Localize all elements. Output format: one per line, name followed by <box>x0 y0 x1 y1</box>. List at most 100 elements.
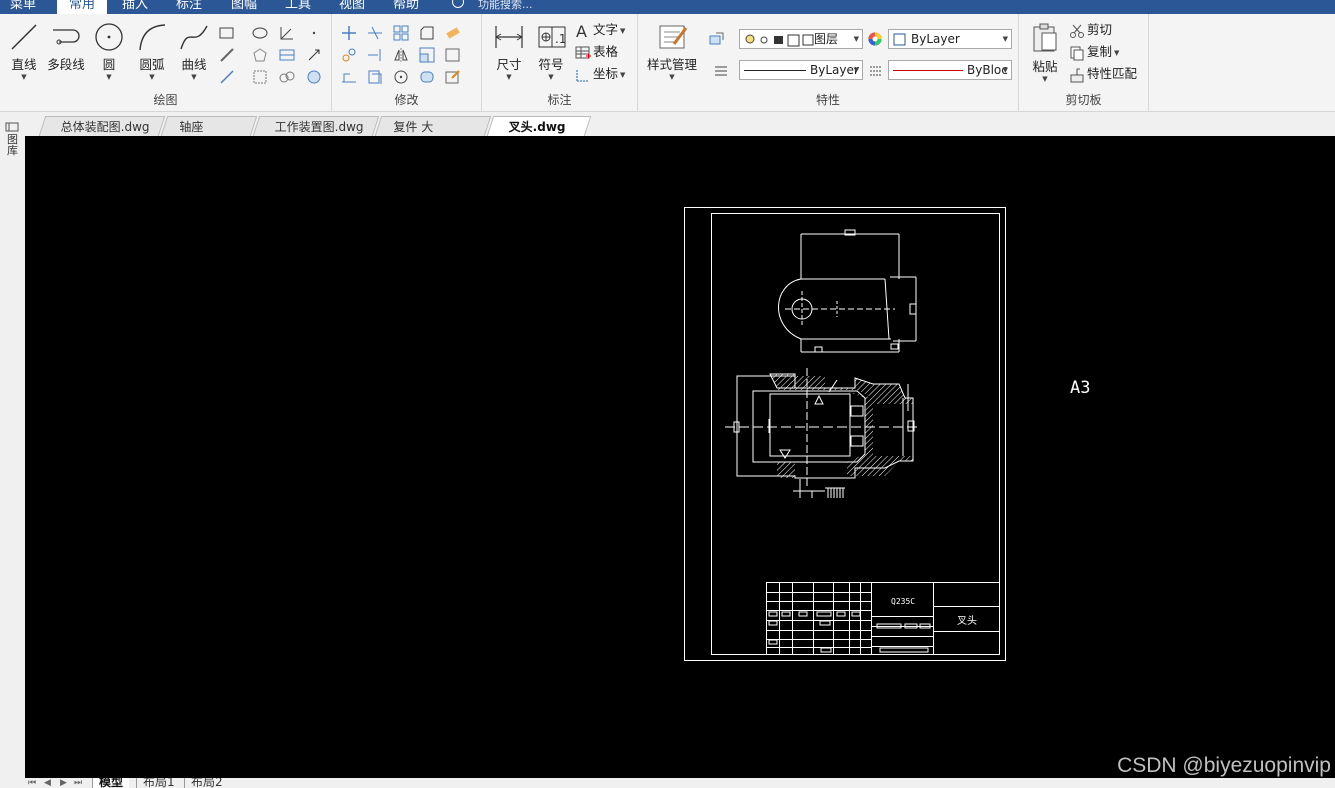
chevron-down-icon: ▼ <box>191 73 197 81</box>
edit-icon[interactable] <box>444 68 462 86</box>
watermark: CSDN @biyezuopinvip <box>1117 754 1331 777</box>
wipeout-icon[interactable] <box>305 68 323 86</box>
annotate-panel: 尺寸 ▼ .1 符号 ▼ A 文字 ▼ 表格 坐标 ▼ 标注 <box>482 14 638 112</box>
library-palette-tab[interactable]: 图库 <box>6 134 19 156</box>
part-section-view <box>725 368 920 498</box>
match-properties-button[interactable]: 特性匹配 <box>1069 64 1137 84</box>
extend-icon[interactable] <box>366 46 384 64</box>
arc-button[interactable]: 圆弧 ▼ <box>130 22 174 81</box>
prev-tab-icon[interactable]: ◀ <box>44 778 51 788</box>
copy-button[interactable]: 复制 ▼ <box>1069 42 1119 62</box>
coordinate-button[interactable]: 坐标 ▼ <box>575 64 625 84</box>
text-icon: A <box>576 22 587 41</box>
block-icon[interactable] <box>278 46 296 64</box>
chevron-down-icon: ▼ <box>21 73 27 81</box>
circle-button[interactable]: 圆 ▼ <box>87 22 131 81</box>
stretch-icon[interactable] <box>340 68 358 86</box>
scale-icon[interactable] <box>418 46 436 64</box>
lineweight-select[interactable]: ByBloc ▼ <box>888 60 1012 80</box>
hatch-line-icon[interactable] <box>218 46 236 64</box>
menu-tab-help[interactable]: 帮助 <box>393 0 419 14</box>
chevron-down-icon: ▼ <box>548 73 554 81</box>
pointer-icon[interactable] <box>305 46 323 64</box>
symbol-button[interactable]: .1 符号 ▼ <box>529 22 573 81</box>
line-icon <box>11 24 37 50</box>
menu-tab-annotate[interactable]: 标注 <box>176 0 202 14</box>
menu-tab-home[interactable]: 常用 <box>57 0 108 14</box>
feature-search-input[interactable]: 功能搜索... <box>478 0 533 14</box>
cloud-icon[interactable] <box>278 68 296 86</box>
linetype-scale-icon[interactable] <box>868 63 886 81</box>
doc-tab-boom[interactable]: 复件 大臂.dwg <box>374 116 492 154</box>
array-icon[interactable] <box>392 24 410 42</box>
line-button[interactable]: 直线 ▼ <box>2 22 46 81</box>
symbol-label: 符号 <box>538 57 564 72</box>
first-tab-icon[interactable]: ⏮ <box>28 778 36 788</box>
paste-button[interactable]: 粘贴 ▼ <box>1023 22 1067 83</box>
menu-tab-menu[interactable]: 菜单 <box>10 0 36 14</box>
scissors-icon <box>1070 24 1084 38</box>
annotate-panel-label: 标注 <box>547 93 572 107</box>
layer-state-icon[interactable] <box>708 30 726 48</box>
doc-tab-label: 工作装置图.dwg <box>274 120 364 134</box>
menu-tab-insert[interactable]: 插入 <box>122 0 148 14</box>
linetype-select[interactable]: ByLayer ▼ <box>739 60 863 80</box>
cut-button[interactable]: 剪切 <box>1069 20 1112 40</box>
explode-icon[interactable] <box>444 46 462 64</box>
layout-tab-layout1[interactable]: 布局1 <box>136 778 181 788</box>
rotate-icon[interactable] <box>392 68 410 86</box>
doc-tab-work-device[interactable]: 工作装置图.dwg <box>252 116 380 136</box>
chevron-down-icon: ▼ <box>149 73 155 81</box>
circle-icon <box>95 23 123 51</box>
style-manager-button[interactable]: 样式管理 ▼ <box>644 22 700 81</box>
properties-panel-label: 特性 <box>815 93 840 107</box>
doc-tab-assembly[interactable]: 总体装配图.dwg <box>38 116 166 136</box>
chevron-down-icon: ▼ <box>506 73 512 81</box>
mirror-icon[interactable] <box>392 46 410 64</box>
menu-tab-view[interactable]: 视图 <box>339 0 365 14</box>
last-tab-icon[interactable]: ⏭ <box>74 778 82 788</box>
angle-line-icon[interactable] <box>278 24 296 42</box>
clipboard-panel: 粘贴 ▼ 剪切 复制 ▼ 特性匹配 剪切板 <box>1019 14 1149 112</box>
region-icon[interactable] <box>251 68 269 86</box>
material-text: Q235C <box>891 597 915 606</box>
text-button[interactable]: A 文字 ▼ <box>575 20 625 41</box>
ellipse-icon[interactable] <box>251 24 269 42</box>
trim-icon[interactable] <box>366 24 384 42</box>
doc-tab-fork-head[interactable]: 叉头.dwg✕ <box>486 116 592 154</box>
color-select[interactable]: ByLayer ▼ <box>888 29 1012 49</box>
polygon-icon[interactable] <box>251 46 269 64</box>
chamfer-icon[interactable] <box>418 24 436 42</box>
table-button[interactable]: 表格 <box>575 42 618 62</box>
next-tab-icon[interactable]: ▶ <box>60 778 67 788</box>
drawing-canvas[interactable]: Q235C 叉头 A3 CSDN @biyezuopinvip <box>25 136 1335 778</box>
eraser-icon[interactable] <box>444 24 462 42</box>
layout-tab-layout2[interactable]: 布局2 <box>184 778 229 788</box>
point-icon[interactable] <box>305 24 323 42</box>
match-properties-icon <box>1070 68 1084 82</box>
curve-button[interactable]: 曲线 ▼ <box>172 22 216 81</box>
doc-tab-label: 叉头.dwg <box>508 120 566 134</box>
doc-tab-shaft-seat[interactable]: 轴座2.dwg <box>160 116 258 154</box>
polyline-button[interactable]: 多段线 <box>44 22 88 73</box>
move-icon[interactable] <box>340 24 358 42</box>
menu-bar: 菜单 常用 插入 标注 图幅 工具 视图 帮助 功能搜索... <box>0 0 1335 14</box>
library-icon[interactable] <box>5 122 20 132</box>
lineweight-list-icon[interactable] <box>713 62 731 80</box>
color-wheel-icon[interactable] <box>867 31 885 49</box>
copy-object-icon[interactable] <box>340 46 358 64</box>
fillet-icon[interactable] <box>418 68 436 86</box>
sheet-size-text: A3 <box>1070 378 1090 398</box>
sheet-inner-border <box>711 213 1000 655</box>
dimension-button[interactable]: 尺寸 ▼ <box>487 22 531 81</box>
document-tabs: 总体装配图.dwg 轴座2.dwg 工作装置图.dwg 复件 大臂.dwg 叉头… <box>0 112 1335 154</box>
menu-tab-frame[interactable]: 图幅 <box>231 0 257 14</box>
ribbon: 直线 ▼ 多段线 圆 ▼ 圆弧 ▼ 曲线 ▼ 绘图 修改 尺寸 ▼ .1 符号 … <box>0 14 1335 112</box>
menu-tab-tools[interactable]: 工具 <box>285 0 311 14</box>
offset-icon[interactable] <box>366 68 384 86</box>
construction-line-icon[interactable] <box>218 68 236 86</box>
layer-select[interactable]: 图层 ▼ <box>739 29 863 49</box>
circle-label: 圆 <box>102 57 116 72</box>
rectangle-icon[interactable] <box>218 24 236 42</box>
layout-tab-model[interactable]: 模型 <box>92 778 130 788</box>
